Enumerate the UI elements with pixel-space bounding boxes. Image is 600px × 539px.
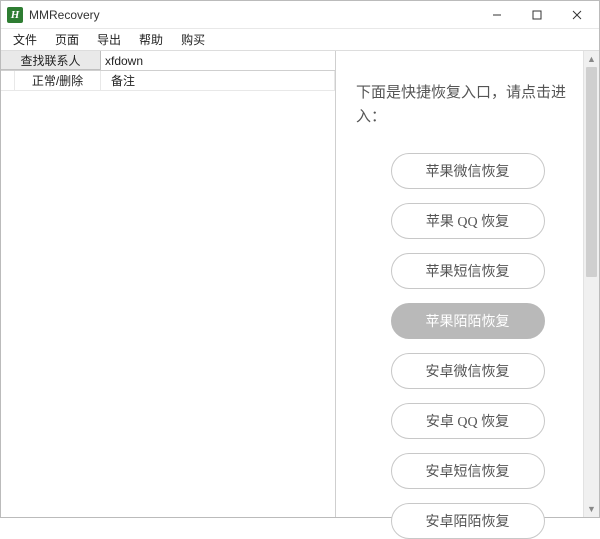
recover-android-wechat[interactable]: 安卓微信恢复	[391, 353, 545, 389]
recover-label: 苹果 QQ 恢复	[426, 211, 509, 231]
recover-label: 苹果陌陌恢复	[426, 311, 510, 331]
recover-android-qq[interactable]: 安卓 QQ 恢复	[391, 403, 545, 439]
recover-label: 苹果微信恢复	[426, 161, 510, 181]
scroll-up-icon[interactable]: ▲	[584, 51, 599, 67]
menu-file[interactable]: 文件	[5, 29, 45, 50]
table-body	[1, 91, 335, 517]
search-input[interactable]	[101, 51, 335, 70]
menu-buy[interactable]: 购买	[173, 29, 213, 50]
search-row: 查找联系人	[1, 51, 335, 71]
intro-text: 下面是快捷恢复入口，请点击进入：	[352, 81, 583, 129]
recover-label: 安卓短信恢复	[426, 461, 510, 481]
recover-apple-sms[interactable]: 苹果短信恢复	[391, 253, 545, 289]
col-blank	[1, 71, 15, 90]
col-status[interactable]: 正常/删除	[15, 71, 101, 90]
recover-label: 安卓 QQ 恢复	[426, 411, 509, 431]
maximize-button[interactable]	[517, 2, 557, 28]
window-title: MMRecovery	[29, 8, 477, 22]
scroll-down-icon[interactable]: ▼	[584, 501, 599, 517]
menu-page[interactable]: 页面	[47, 29, 87, 50]
recover-label: 安卓陌陌恢复	[426, 511, 510, 531]
recover-label: 安卓微信恢复	[426, 361, 510, 381]
recover-apple-momo[interactable]: 苹果陌陌恢复	[391, 303, 545, 339]
close-icon	[572, 10, 582, 20]
menubar: 文件 页面 导出 帮助 购买	[1, 29, 599, 51]
titlebar: H MMRecovery	[1, 1, 599, 29]
recover-apple-wechat[interactable]: 苹果微信恢复	[391, 153, 545, 189]
left-panel: 查找联系人 正常/删除 备注	[1, 51, 336, 517]
menu-export[interactable]: 导出	[89, 29, 129, 50]
recover-label: 苹果短信恢复	[426, 261, 510, 281]
minimize-icon	[492, 10, 502, 20]
right-panel: 下面是快捷恢复入口，请点击进入： 苹果微信恢复 苹果 QQ 恢复 苹果短信恢复 …	[336, 51, 599, 517]
col-remark[interactable]: 备注	[101, 71, 335, 90]
recover-list: 苹果微信恢复 苹果 QQ 恢复 苹果短信恢复 苹果陌陌恢复 安卓微信恢复 安卓 …	[352, 153, 583, 539]
maximize-icon	[532, 10, 542, 20]
recover-android-sms[interactable]: 安卓短信恢复	[391, 453, 545, 489]
scroll-thumb[interactable]	[586, 67, 597, 277]
table-header: 正常/删除 备注	[1, 71, 335, 91]
recover-android-momo[interactable]: 安卓陌陌恢复	[391, 503, 545, 539]
content-area: 查找联系人 正常/删除 备注 下面是快捷恢复入口，请点击进入： 苹果微信恢复 苹…	[1, 51, 599, 517]
search-contacts-button[interactable]: 查找联系人	[1, 51, 101, 70]
recover-apple-qq[interactable]: 苹果 QQ 恢复	[391, 203, 545, 239]
close-button[interactable]	[557, 2, 597, 28]
app-icon: H	[7, 7, 23, 23]
menu-help[interactable]: 帮助	[131, 29, 171, 50]
window-controls	[477, 2, 597, 28]
minimize-button[interactable]	[477, 2, 517, 28]
vertical-scrollbar[interactable]: ▲ ▼	[583, 51, 599, 517]
